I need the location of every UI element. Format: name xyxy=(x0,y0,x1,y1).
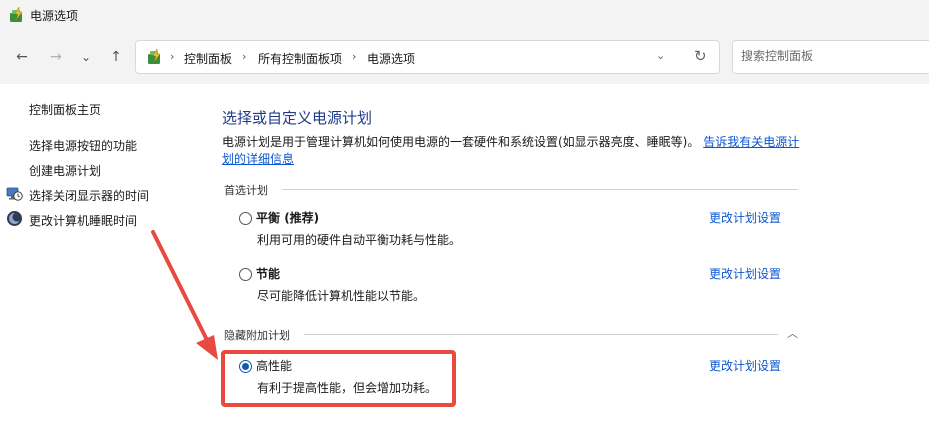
breadcrumb-separator[interactable]: › xyxy=(352,50,356,63)
radio-balanced[interactable] xyxy=(239,212,252,225)
monitor-clock-icon xyxy=(6,187,23,201)
refresh-icon[interactable]: ↻ xyxy=(694,47,707,65)
change-plan-settings-balanced-link[interactable]: 更改计划设置 xyxy=(709,209,781,226)
plan-title-power-saver: 节能 xyxy=(256,267,281,281)
description-text: 电源计划是用于管理计算机如何使用电源的一套硬件和系统设置(如显示器亮度、睡眠等)… xyxy=(222,135,700,149)
plan-desc-balanced: 利用可用的硬件自动平衡功耗与性能。 xyxy=(257,233,462,247)
breadcrumb-control-panel[interactable]: 控制面板 xyxy=(184,50,232,67)
power-options-icon xyxy=(10,6,23,22)
sidebar-control-panel-home[interactable]: 控制面板主页 xyxy=(29,101,101,118)
navigation-bar: ← → ⌄ ↑ › 控制面板 › 所有控制面板项 › 电源选项 ⌄ ↻ xyxy=(0,30,929,84)
forward-arrow-icon[interactable]: → xyxy=(46,47,66,67)
breadcrumb-separator[interactable]: › xyxy=(242,50,246,63)
plan-title-balanced: 平衡 xyxy=(256,211,281,225)
recent-locations-chevron-icon[interactable]: ⌄ xyxy=(76,47,96,67)
control-panel-icon xyxy=(148,48,161,64)
page-description: 电源计划是用于管理计算机如何使用电源的一套硬件和系统设置(如显示器亮度、睡眠等)… xyxy=(222,134,802,168)
breadcrumb-power-options[interactable]: 电源选项 xyxy=(367,50,415,67)
preferred-plans-label: 首选计划 xyxy=(224,184,268,197)
plan-recommended-tag: (推荐) xyxy=(280,211,320,225)
plan-desc-power-saver: 尽可能降低计算机性能以节能。 xyxy=(257,289,426,303)
search-box[interactable] xyxy=(732,40,929,74)
sidebar-item-create-plan[interactable]: 创建电源计划 xyxy=(29,162,101,179)
highlight-annotation-box xyxy=(221,350,456,407)
search-input[interactable] xyxy=(741,49,911,63)
up-arrow-icon[interactable]: ↑ xyxy=(106,47,126,67)
collapse-chevron-up-icon[interactable]: ︿ xyxy=(787,325,798,341)
change-plan-settings-high-performance-link[interactable]: 更改计划设置 xyxy=(709,357,781,374)
sidebar-item-power-button[interactable]: 选择电源按钮的功能 xyxy=(29,137,137,154)
window-title: 电源选项 xyxy=(30,9,79,23)
breadcrumb-separator: › xyxy=(170,50,175,63)
sleep-moon-icon xyxy=(7,211,22,226)
plan-name-balanced: 平衡 (推荐) xyxy=(256,209,319,226)
hidden-plans-label: 隐藏附加计划 xyxy=(224,329,290,342)
section-divider xyxy=(304,334,778,335)
plan-name-power-saver: 节能 xyxy=(256,265,280,282)
section-divider xyxy=(282,189,798,190)
back-arrow-icon[interactable]: ← xyxy=(12,47,32,67)
sidebar-item-display-off-time[interactable]: 选择关闭显示器的时间 xyxy=(29,187,149,204)
radio-power-saver[interactable] xyxy=(239,268,252,281)
change-plan-settings-power-saver-link[interactable]: 更改计划设置 xyxy=(709,265,781,282)
breadcrumb-all-control-panel-items[interactable]: 所有控制面板项 xyxy=(258,50,342,67)
address-bar[interactable]: › 控制面板 › 所有控制面板项 › 电源选项 ⌄ ↻ xyxy=(135,40,720,74)
sidebar-item-sleep-time[interactable]: 更改计算机睡眠时间 xyxy=(29,212,137,229)
title-bar: 电源选项 xyxy=(0,0,929,30)
address-dropdown-icon[interactable]: ⌄ xyxy=(656,49,665,62)
page-title: 选择或自定义电源计划 xyxy=(222,109,373,127)
